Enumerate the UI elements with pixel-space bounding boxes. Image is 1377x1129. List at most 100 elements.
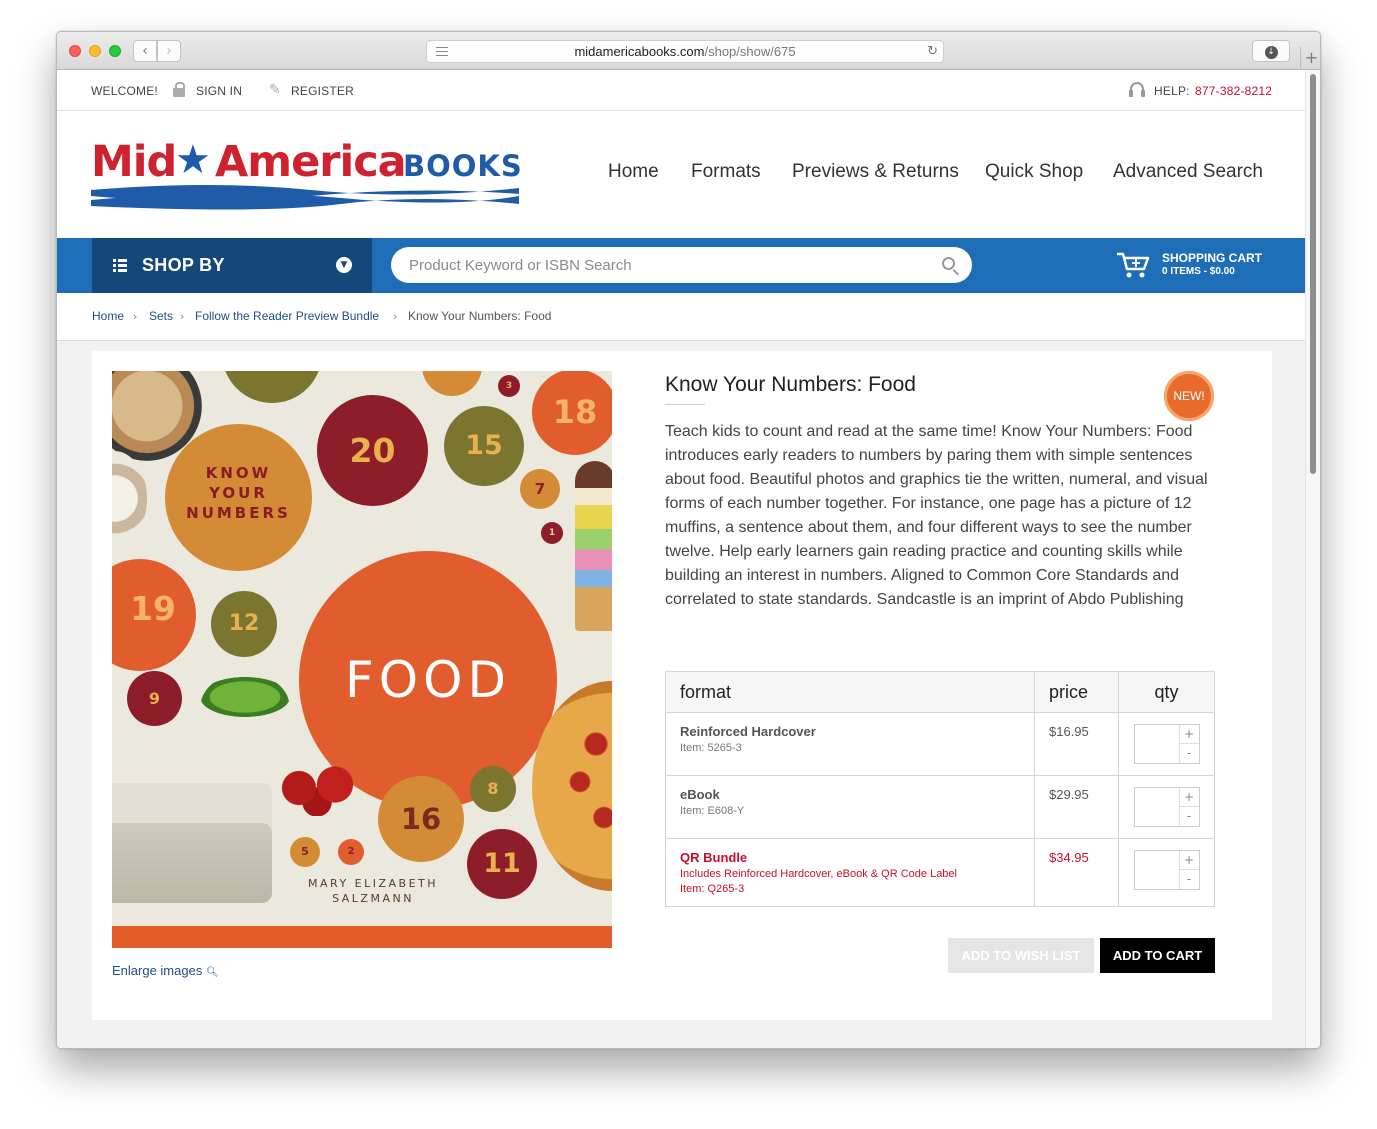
shop-bar: SHOP BY ▼ SHOPPING CART 0 ITEMS - $0.00 — [57, 238, 1307, 293]
cart-summary: 0 ITEMS - $0.00 — [1162, 266, 1235, 277]
cart-title: SHOPPING CART — [1162, 251, 1263, 265]
number-circle: 12 — [211, 591, 277, 657]
number-circle: 8 — [470, 766, 516, 812]
decrement-button[interactable]: - — [1178, 807, 1199, 826]
format-name: Reinforced Hardcover — [680, 724, 816, 739]
enlarge-images-link[interactable]: Enlarge images 🔍︎ — [112, 963, 219, 978]
grid-list-icon — [113, 259, 127, 272]
chevron-right-icon: › — [180, 310, 185, 323]
welcome-text: WELCOME! — [91, 84, 158, 98]
breadcrumb: Home › Sets › Follow the Reader Preview … — [57, 293, 1307, 341]
format-price: $29.95 — [1049, 787, 1089, 802]
back-arrow-icon[interactable]: ‹ — [133, 40, 157, 62]
new-badge: NEW! — [1164, 371, 1214, 421]
reader-icon[interactable] — [436, 47, 448, 56]
quantity-input[interactable] — [1134, 851, 1179, 889]
number-circle: 7 — [520, 469, 560, 509]
table-row: QR Bundle Includes Reinforced Hardcover, … — [665, 838, 1215, 907]
quantity-input[interactable] — [1134, 788, 1179, 826]
quantity-stepper: + - — [1133, 724, 1200, 764]
forward-arrow-icon[interactable]: › — [157, 40, 181, 62]
series-line: YOUR — [209, 484, 268, 502]
number-circle: 20 — [317, 395, 428, 506]
nav-advanced-search[interactable]: Advanced Search — [1113, 161, 1263, 183]
close-window-button[interactable] — [69, 45, 81, 57]
quantity-stepper: + - — [1133, 787, 1200, 827]
product-panel: 20 15 18 3 7 1 KNOW YOUR NUMBERS 19 12 9… — [92, 351, 1272, 1020]
number-circle: 15 — [444, 406, 524, 486]
number-circle — [222, 371, 322, 403]
book-cover-image[interactable]: 20 15 18 3 7 1 KNOW YOUR NUMBERS 19 12 9… — [112, 371, 612, 948]
help-phone-link[interactable]: 877-382-8212 — [1195, 84, 1272, 98]
format-includes: Includes Reinforced Hardcover, eBook & Q… — [680, 868, 957, 880]
cart-icon — [1117, 252, 1150, 278]
reload-icon[interactable]: ↻ — [927, 41, 938, 62]
scrollbar-thumb[interactable] — [1310, 74, 1316, 474]
sign-in-link[interactable]: SIGN IN — [196, 84, 242, 98]
nav-quick-shop[interactable]: Quick Shop — [985, 161, 1083, 183]
number-circle: 1 — [541, 522, 563, 544]
add-to-cart-button[interactable]: ADD TO CART — [1100, 938, 1215, 973]
site-header: Mid ★ America BOOKS Home Formats Preview… — [57, 111, 1307, 238]
page-scrollbar[interactable] — [1305, 70, 1320, 1048]
add-to-wish-list-button[interactable]: ADD TO WISH LIST — [948, 938, 1094, 973]
breadcrumb-bundle[interactable]: Follow the Reader Preview Bundle — [195, 309, 379, 323]
pencil-icon: ✎ — [269, 82, 281, 98]
author-line: SALZMANN — [332, 892, 414, 905]
format-price: $16.95 — [1049, 724, 1089, 739]
product-title: Know Your Numbers: Food — [665, 373, 916, 396]
title-divider — [665, 404, 705, 405]
breadcrumb-sets[interactable]: Sets — [149, 309, 173, 323]
register-link[interactable]: REGISTER — [291, 84, 354, 98]
site-logo[interactable]: Mid ★ America BOOKS — [91, 137, 522, 213]
peas-image — [200, 677, 290, 717]
nav-home[interactable]: Home — [608, 161, 659, 183]
quantity-stepper: + - — [1133, 850, 1200, 890]
format-name: QR Bundle — [680, 850, 748, 865]
shop-by-label: SHOP BY — [142, 255, 225, 275]
number-circle: 19 — [112, 559, 196, 671]
series-line: KNOW — [205, 464, 272, 482]
minimize-window-button[interactable] — [89, 45, 101, 57]
download-icon: ↓ — [1264, 46, 1278, 59]
table-row: Reinforced Hardcover Item: 5265-3 $16.95 … — [665, 712, 1215, 776]
nav-previews-returns[interactable]: Previews & Returns — [792, 161, 959, 183]
breadcrumb-home[interactable]: Home — [92, 309, 124, 323]
headset-icon — [1129, 82, 1145, 97]
formats-table: format price qty Reinforced Hardcover Ite… — [665, 671, 1215, 907]
format-header: format — [665, 671, 1035, 713]
cereal-bowl-image — [112, 451, 147, 546]
format-name: eBook — [680, 787, 720, 802]
increment-button[interactable]: + — [1178, 788, 1199, 807]
address-bar[interactable]: midamericabooks.com/shop/show/675 ↻ — [426, 40, 944, 63]
number-circle: 11 — [467, 829, 537, 899]
zoom-window-button[interactable] — [109, 45, 121, 57]
decrement-button[interactable]: - — [1178, 744, 1199, 763]
number-circle: 9 — [127, 671, 182, 726]
search-icon[interactable] — [942, 257, 955, 270]
logo-america-text: America — [215, 137, 407, 187]
url-domain: midamericabooks.com — [574, 44, 705, 59]
increment-button[interactable]: + — [1178, 851, 1199, 870]
increment-button[interactable]: + — [1178, 725, 1199, 744]
series-line: NUMBERS — [186, 504, 291, 522]
logo-books-text: BOOKS — [403, 149, 523, 183]
browser-titlebar: ‹ › midamericabooks.com/shop/show/675 ↻ … — [57, 32, 1320, 70]
utility-bar: WELCOME! SIGN IN ✎ REGISTER HELP: 877-38… — [57, 70, 1307, 111]
shopping-cart-link[interactable]: SHOPPING CART 0 ITEMS - $0.00 — [1116, 248, 1286, 284]
shop-by-dropdown[interactable]: SHOP BY ▼ — [92, 238, 372, 293]
logo-star-icon: ★ — [175, 137, 211, 183]
downloads-button[interactable]: ↓ — [1252, 40, 1290, 62]
qty-header: qty — [1118, 671, 1215, 713]
quantity-input[interactable] — [1134, 725, 1179, 763]
new-tab-icon[interactable]: + — [1300, 47, 1320, 70]
lock-icon — [173, 82, 185, 97]
decrement-button[interactable]: - — [1178, 870, 1199, 889]
search-input[interactable] — [409, 247, 929, 283]
cherries-image — [272, 746, 362, 816]
enlarge-label: Enlarge images — [112, 963, 203, 978]
breadcrumb-current: Know Your Numbers: Food — [408, 309, 552, 323]
nav-formats[interactable]: Formats — [691, 161, 761, 183]
number-circle: 2 — [338, 839, 364, 865]
url-path: /shop/show/675 — [704, 44, 796, 59]
